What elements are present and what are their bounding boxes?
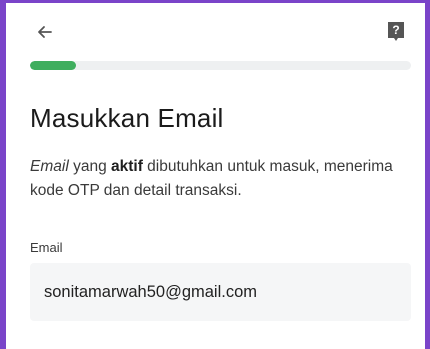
page-title: Masukkan Email <box>30 103 224 133</box>
email-field-container[interactable] <box>30 263 411 321</box>
app-frame: ? Masukkan Email Email yang aktif dibutu… <box>0 0 430 349</box>
description-active-word: aktif <box>111 158 143 175</box>
arrow-left-icon <box>38 26 52 38</box>
back-button[interactable] <box>30 17 60 47</box>
top-bar: ? <box>30 17 411 47</box>
question-badge-icon: ? <box>388 22 404 41</box>
description-text-1: yang <box>68 158 111 175</box>
page-description: Email yang aktif dibutuhkan untuk masuk,… <box>30 155 415 203</box>
description-email-word: Email <box>30 158 69 175</box>
svg-text:?: ? <box>392 23 399 37</box>
email-field[interactable] <box>42 281 399 303</box>
help-button[interactable]: ? <box>381 17 411 47</box>
progress-fill <box>30 61 76 70</box>
email-label: Email <box>30 240 63 255</box>
progress-bar <box>30 61 411 70</box>
